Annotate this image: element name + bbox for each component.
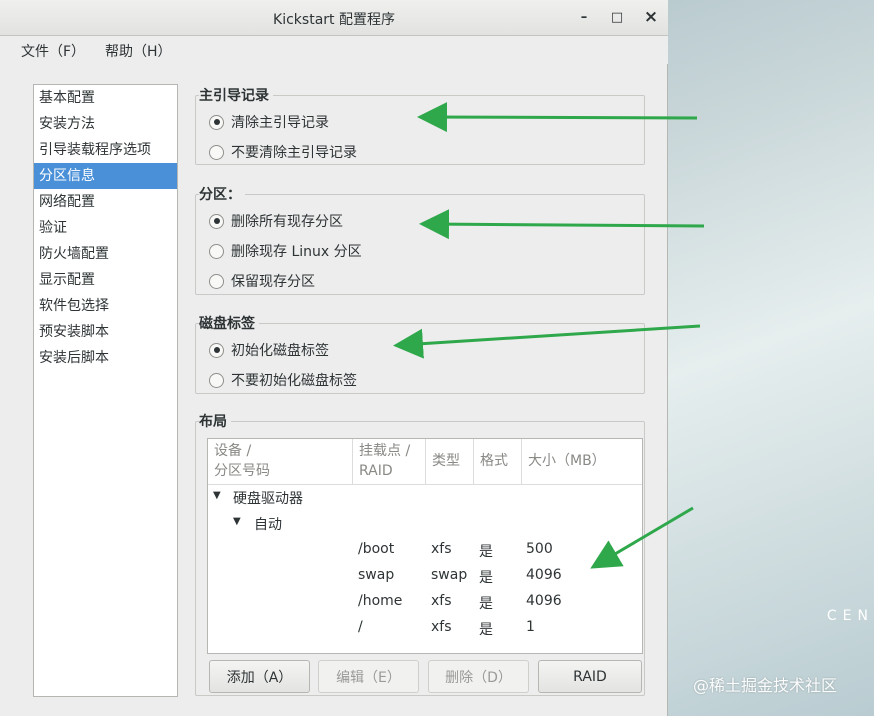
arrow-mbr-icon [417, 102, 698, 133]
arrow-layout-icon [590, 506, 694, 569]
arrow-disklabel-icon [393, 324, 701, 359]
arrow-partition-icon [419, 209, 705, 240]
annotation-arrows [393, 102, 705, 569]
